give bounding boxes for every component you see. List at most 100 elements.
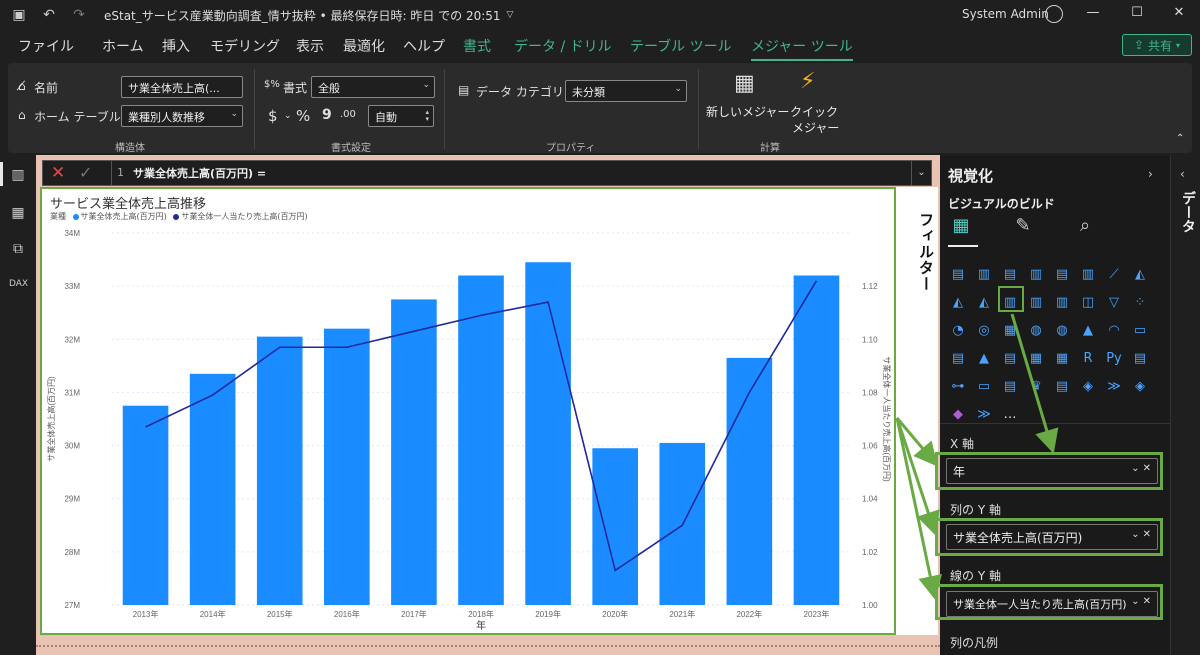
comma-button[interactable]: 9 xyxy=(322,107,332,123)
map-icon[interactable]: ◍ xyxy=(1026,321,1046,341)
menu-help[interactable]: ヘルプ xyxy=(403,36,445,56)
data-category-select[interactable]: 未分類 ⌄ xyxy=(565,80,687,102)
area-chart-icon[interactable]: ◭ xyxy=(1130,265,1150,285)
redo-icon[interactable]: ↷ xyxy=(68,4,90,26)
document-title[interactable]: eStat_サービス産業動向調査_情サ抜粋 • 最終保存日時: 昨日 での 20… xyxy=(104,7,501,24)
filters-pane-toggle[interactable]: フィルター xyxy=(916,212,937,292)
slicer-icon[interactable]: ▤ xyxy=(1000,349,1020,369)
azure-map-icon[interactable]: ▲ xyxy=(1078,321,1098,341)
menu-insert[interactable]: 挿入 xyxy=(162,36,190,56)
chevron-down-icon[interactable]: ▽ xyxy=(507,10,514,20)
menu-table-tools[interactable]: テーブル ツール xyxy=(630,36,732,56)
dax-view-icon[interactable]: DAX xyxy=(9,279,28,297)
menu-optimize[interactable]: 最適化 xyxy=(343,36,385,56)
currency-button[interactable]: $ xyxy=(268,107,278,125)
collapse-ribbon-icon[interactable]: ⌃ xyxy=(1176,133,1184,144)
combo-chart-visual[interactable]: 27M 28M 29M 30M 31M 32M 33M 34M 1.00 1.02 1.04 1.06… xyxy=(40,187,896,635)
arcgis-icon[interactable]: ◈ xyxy=(1130,377,1150,397)
key-influencers-icon[interactable]: ▤ xyxy=(1130,349,1150,369)
menu-format[interactable]: 書式 xyxy=(463,36,491,56)
build-visual-tab-icon[interactable]: ▦ xyxy=(948,215,974,241)
collapse-pane-icon[interactable]: › xyxy=(1148,167,1153,181)
minimize-icon[interactable]: — xyxy=(1083,5,1103,25)
undo-icon[interactable]: ↶ xyxy=(38,4,60,26)
avatar-icon[interactable] xyxy=(1045,5,1063,23)
percent-button[interactable]: % xyxy=(296,107,310,125)
formula-input[interactable]: サ業全体売上高(百万円) = xyxy=(133,165,266,181)
table-icon[interactable]: ▦ xyxy=(1026,349,1046,369)
power-automate-icon[interactable]: ≫ xyxy=(1104,377,1124,397)
stepper-icon[interactable]: ▴ ▾ xyxy=(425,109,429,123)
gauge-icon[interactable]: ◠ xyxy=(1104,321,1124,341)
maximize-icon[interactable]: ☐ xyxy=(1127,5,1147,25)
funnel-icon[interactable]: ▽ xyxy=(1104,293,1124,313)
line-stacked-column-icon[interactable]: ▥ xyxy=(1026,293,1046,313)
expand-pane-icon[interactable]: ‹ xyxy=(1180,167,1185,181)
ribbon-chart-icon[interactable]: ◭ xyxy=(974,293,994,313)
stacked-bar-icon[interactable]: ▤ xyxy=(948,265,968,285)
decimal-button[interactable]: .00 xyxy=(340,109,356,120)
chevron-down-icon[interactable]: ⌄ xyxy=(284,111,292,121)
menu-view[interactable]: 表示 xyxy=(296,36,324,56)
new-measure-button[interactable]: ▦ 新しいメジャー xyxy=(702,69,789,135)
matrix-icon[interactable]: ▦ xyxy=(1052,349,1072,369)
decomposition-tree-icon[interactable]: ⊶ xyxy=(948,377,968,397)
menu-home[interactable]: ホーム xyxy=(102,36,144,56)
qa-icon[interactable]: ▭ xyxy=(974,377,994,397)
decimal-places-stepper[interactable]: 自動 ▴ ▾ xyxy=(368,105,434,127)
kpi-icon[interactable]: ▲ xyxy=(974,349,994,369)
analytics-tab-icon[interactable]: ⌕ xyxy=(1072,215,1098,241)
clustered-column-icon[interactable]: ▥ xyxy=(974,265,994,285)
donut-chart-icon[interactable]: ◎ xyxy=(974,321,994,341)
menu-measure-tools[interactable]: メジャー ツール xyxy=(751,36,853,61)
menu-data-drill[interactable]: データ / ドリル xyxy=(514,36,612,56)
ribbon-icon[interactable]: ◫ xyxy=(1078,293,1098,313)
name-field[interactable]: サ業全体売上高(... xyxy=(121,76,243,98)
table-view-icon[interactable]: ▦ xyxy=(9,205,27,223)
multi-row-card-icon[interactable]: ▤ xyxy=(948,349,968,369)
r-visual-icon[interactable]: R xyxy=(1078,349,1098,369)
waterfall-icon[interactable]: ▥ xyxy=(1052,293,1072,313)
card-icon[interactable]: ▭ xyxy=(1130,321,1150,341)
y-tick-label: 32M xyxy=(64,335,80,344)
menu-modeling[interactable]: モデリング xyxy=(210,36,280,56)
power-apps-icon[interactable]: ◈ xyxy=(1078,377,1098,397)
chevrons-icon[interactable]: ≫ xyxy=(974,405,994,425)
smart-narrative-icon[interactable]: ▤ xyxy=(1000,377,1020,397)
cancel-icon[interactable]: ✕ xyxy=(51,163,65,183)
trophy-icon[interactable]: ♛ xyxy=(1026,377,1046,397)
home-table-select[interactable]: 業種別人数推移 ⌄ xyxy=(121,105,243,127)
diamond-icon[interactable]: ◆ xyxy=(948,405,968,425)
pie-chart-icon[interactable]: ◔ xyxy=(948,321,968,341)
stacked-area-icon[interactable]: ◭ xyxy=(948,293,968,313)
filled-map-icon[interactable]: ◍ xyxy=(1052,321,1072,341)
treemap-icon[interactable]: ▦ xyxy=(1000,321,1020,341)
clustered-bar-icon[interactable]: ▤ xyxy=(1052,265,1072,285)
selected-visual-highlight xyxy=(998,286,1024,312)
format-select[interactable]: 全般 ⌄ xyxy=(311,76,435,98)
menu-file[interactable]: ファイル xyxy=(18,36,74,56)
y-tick-label: 27M xyxy=(64,601,80,610)
report-view-icon[interactable]: ▥ xyxy=(9,167,27,185)
expand-formula-icon[interactable]: ⌄ xyxy=(911,161,931,185)
stacked-bar-100-icon[interactable]: ▤ xyxy=(1000,265,1020,285)
user-name[interactable]: System Admin xyxy=(962,7,1049,21)
share-button[interactable]: ⇪ 共有 ▾ xyxy=(1122,34,1192,56)
quick-measure-label-2: メジャー xyxy=(792,121,840,135)
python-visual-icon[interactable]: Py xyxy=(1104,349,1124,369)
paginated-report-icon[interactable]: ▤ xyxy=(1052,377,1072,397)
more-visuals-icon[interactable]: … xyxy=(1000,405,1020,425)
separator xyxy=(111,161,112,185)
line-chart-icon[interactable]: ⟋ xyxy=(1104,265,1124,285)
quick-measure-button[interactable]: ⚡ クイック メジャー xyxy=(784,69,840,135)
column-icon[interactable]: ▥ xyxy=(1026,265,1046,285)
y-tick-label: 29M xyxy=(64,495,80,504)
save-icon[interactable]: ▣ xyxy=(8,4,30,26)
close-icon[interactable]: ✕ xyxy=(1169,5,1189,25)
model-view-icon[interactable]: ⧉ xyxy=(9,241,27,259)
column-100-icon[interactable]: ▥ xyxy=(1078,265,1098,285)
data-pane-toggle[interactable]: データ xyxy=(1178,191,1198,233)
format-visual-tab-icon[interactable]: ✎ xyxy=(1010,215,1036,241)
commit-icon[interactable]: ✓ xyxy=(79,163,92,182)
scatter-icon[interactable]: ⁘ xyxy=(1130,293,1150,313)
